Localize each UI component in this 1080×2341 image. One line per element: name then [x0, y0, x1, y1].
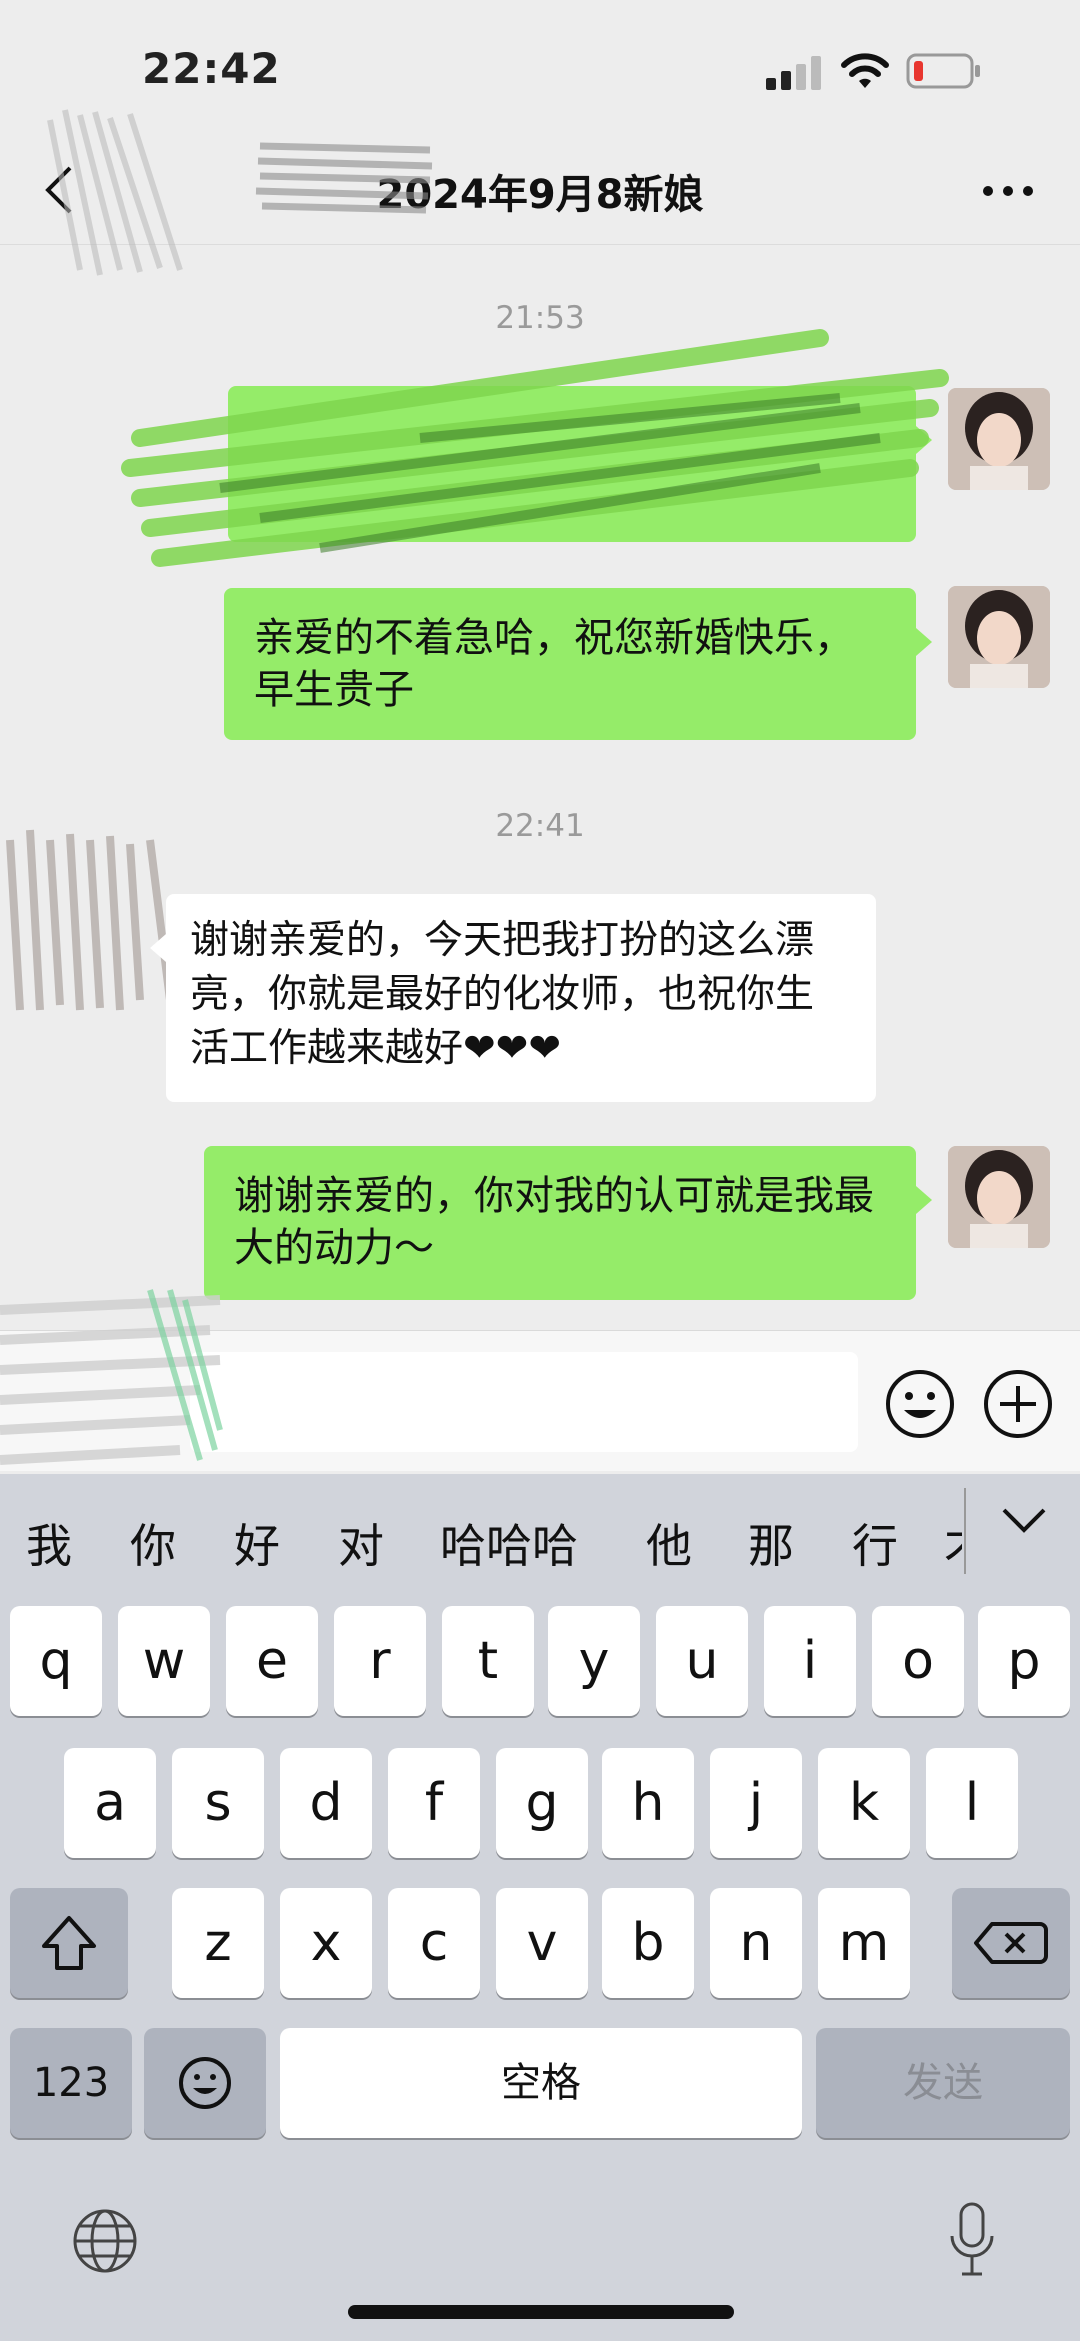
battery-icon	[906, 53, 980, 89]
chevron-down-icon[interactable]	[998, 1500, 1050, 1540]
redaction-scribble	[47, 109, 183, 276]
emoji-face-icon[interactable]	[884, 1368, 956, 1440]
key-m[interactable]: m	[818, 1888, 910, 1998]
key-l[interactable]: l	[926, 1748, 1018, 1858]
candidate-word[interactable]: 他	[646, 1510, 692, 1576]
key-f[interactable]: f	[388, 1748, 480, 1858]
key-s[interactable]: s	[172, 1748, 264, 1858]
key-a[interactable]: a	[64, 1748, 156, 1858]
key-k[interactable]: k	[818, 1748, 910, 1858]
key-b[interactable]: b	[602, 1888, 694, 1998]
key-g[interactable]: g	[496, 1748, 588, 1858]
candidate-word[interactable]: 对	[338, 1510, 384, 1576]
avatar[interactable]	[948, 1146, 1050, 1248]
candidate-word[interactable]: 你	[130, 1510, 176, 1576]
key-t[interactable]: t	[442, 1606, 534, 1716]
shift-icon	[42, 1916, 96, 1970]
numbers-key[interactable]: 123	[10, 2028, 132, 2138]
home-indicator	[348, 2305, 734, 2319]
backspace-icon	[974, 1922, 1048, 1964]
key-v[interactable]: v	[496, 1888, 588, 1998]
message-input[interactable]	[190, 1352, 858, 1452]
delete-key[interactable]	[952, 1888, 1070, 1998]
message-bubble-sent[interactable]: 亲爱的不着急哈，祝您新婚快乐，早生贵子	[224, 588, 932, 740]
key-c[interactable]: c	[388, 1888, 480, 1998]
key-p[interactable]: p	[978, 1606, 1070, 1716]
status-time: 22:42	[142, 44, 281, 93]
cellular-signal-icon	[766, 56, 821, 90]
message-bubble-sent[interactable]: 谢谢亲爱的，你对我的认可就是我最大的动力～	[204, 1146, 932, 1300]
key-n[interactable]: n	[710, 1888, 802, 1998]
key-w[interactable]: w	[118, 1606, 210, 1716]
key-q[interactable]: q	[10, 1606, 102, 1716]
redaction-scribble	[0, 1289, 223, 1465]
message-bubble-received[interactable]: 谢谢亲爱的，今天把我打扮的这么漂亮，你就是最好的化妆师，也祝你生活工作越来越好❤…	[150, 894, 876, 1102]
candidate-bar: 我 你 好 对 哈哈哈 他 那 行 才	[0, 1474, 1080, 1608]
candidate-word[interactable]: 行	[852, 1510, 898, 1576]
key-e[interactable]: e	[226, 1606, 318, 1716]
key-j[interactable]: j	[710, 1748, 802, 1858]
candidate-word[interactable]: 好	[234, 1510, 280, 1576]
emoji-face-icon	[179, 2057, 231, 2109]
candidate-word[interactable]: 那	[748, 1510, 794, 1576]
redaction-scribble	[255, 142, 433, 214]
key-i[interactable]: i	[764, 1606, 856, 1716]
key-o[interactable]: o	[872, 1606, 964, 1716]
redaction-scribble	[121, 329, 949, 567]
candidate-divider	[964, 1488, 966, 1574]
candidate-word[interactable]: 我	[26, 1510, 72, 1576]
key-x[interactable]: x	[280, 1888, 372, 1998]
key-d[interactable]: d	[280, 1748, 372, 1858]
more-horizontal-icon[interactable]	[978, 176, 1038, 206]
candidate-word[interactable]: 才	[944, 1510, 962, 1576]
globe-icon[interactable]	[70, 2206, 140, 2276]
plus-circle-icon[interactable]	[982, 1368, 1054, 1440]
key-u[interactable]: u	[656, 1606, 748, 1716]
key-r[interactable]: r	[334, 1606, 426, 1716]
key-z[interactable]: z	[172, 1888, 264, 1998]
candidate-word[interactable]: 哈哈哈	[440, 1510, 578, 1576]
key-h[interactable]: h	[602, 1748, 694, 1858]
shift-key[interactable]	[10, 1888, 128, 1998]
space-key[interactable]: 空格	[280, 2028, 802, 2138]
microphone-icon[interactable]	[944, 2200, 1000, 2280]
key-y[interactable]: y	[548, 1606, 640, 1716]
avatar[interactable]	[948, 388, 1050, 490]
wifi-icon	[841, 53, 889, 88]
send-key[interactable]: 发送	[816, 2028, 1070, 2138]
emoji-key[interactable]	[144, 2028, 266, 2138]
avatar[interactable]	[948, 586, 1050, 688]
